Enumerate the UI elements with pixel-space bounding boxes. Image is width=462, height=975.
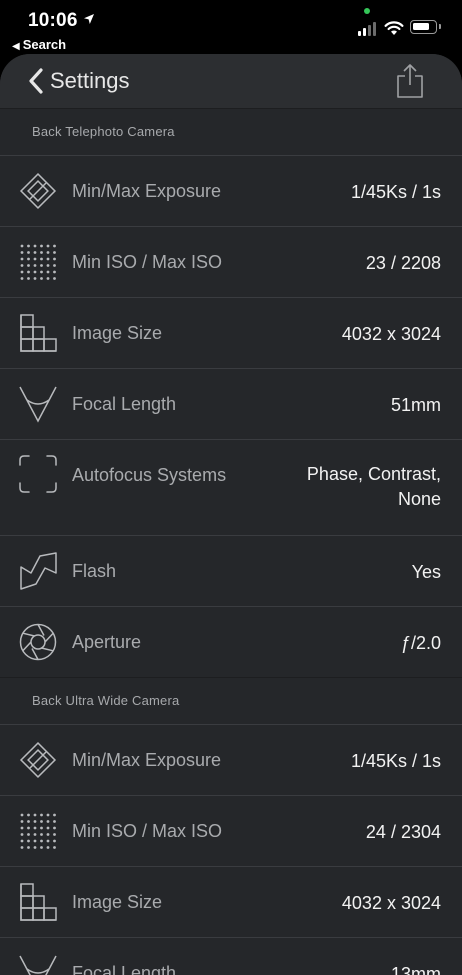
back-button-label: Settings bbox=[50, 68, 130, 93]
row-value: ƒ/2.0 bbox=[400, 633, 441, 653]
battery-icon bbox=[410, 20, 441, 34]
exposure-icon bbox=[19, 172, 57, 210]
row-aperture[interactable]: Aperture ƒ/2.0 bbox=[0, 606, 462, 677]
row-value: 24 / 2304 bbox=[365, 822, 441, 842]
row-label: Image Size bbox=[72, 892, 163, 912]
settings-sheet: Settings Back Telephoto Camera Min/Max E… bbox=[0, 54, 462, 975]
focal-length-icon bbox=[19, 955, 57, 975]
row-value: 4032 x 3024 bbox=[341, 324, 441, 344]
row-min-max-iso[interactable]: Min ISO / Max ISO 24 / 2304 bbox=[0, 795, 462, 866]
row-value: 4032 x 3024 bbox=[341, 893, 441, 913]
row-value: 13mm bbox=[390, 964, 441, 975]
image-size-icon bbox=[20, 314, 57, 352]
row-value: 1/45Ks / 1s bbox=[350, 751, 441, 771]
wifi-icon bbox=[384, 21, 404, 35]
cellular-signal-icon bbox=[358, 22, 378, 36]
row-label: Flash bbox=[72, 561, 117, 581]
navigation-bar: Settings bbox=[0, 54, 462, 108]
aperture-icon bbox=[19, 623, 57, 661]
row-label: Aperture bbox=[72, 632, 142, 652]
iso-icon bbox=[20, 813, 56, 849]
camera-specs-list: Back Telephoto Camera Min/Max Exposure 1… bbox=[0, 108, 462, 975]
exposure-icon bbox=[19, 741, 57, 779]
row-image-size[interactable]: Image Size 4032 x 3024 bbox=[0, 866, 462, 937]
row-min-max-exposure[interactable]: Min/Max Exposure 1/45Ks / 1s bbox=[0, 155, 462, 226]
row-label: Image Size bbox=[72, 323, 163, 343]
row-value-line: Phase, Contrast, bbox=[306, 464, 441, 484]
row-min-max-iso[interactable]: Min ISO / Max ISO 23 / 2208 bbox=[0, 226, 462, 297]
row-label: Min/Max Exposure bbox=[72, 181, 222, 201]
image-size-icon bbox=[20, 883, 57, 921]
location-arrow-icon bbox=[84, 14, 94, 24]
section-header-back-ultra-wide: Back Ultra Wide Camera bbox=[0, 677, 462, 724]
row-label: Focal Length bbox=[72, 394, 177, 414]
autofocus-icon bbox=[19, 455, 57, 493]
row-focal-length[interactable]: Focal Length 51mm bbox=[0, 368, 462, 439]
row-value: 51mm bbox=[390, 395, 441, 415]
row-min-max-exposure[interactable]: Min/Max Exposure 1/45Ks / 1s bbox=[0, 724, 462, 795]
section-title: Back Telephoto Camera bbox=[32, 124, 175, 139]
row-label: Focal Length bbox=[72, 963, 177, 975]
row-value-line: None bbox=[397, 489, 441, 509]
back-to-app-label: Search bbox=[22, 37, 67, 52]
back-button[interactable]: Settings bbox=[26, 66, 130, 96]
row-label: Autofocus Systems bbox=[72, 465, 227, 485]
status-bar: 10:06 ◀ Search bbox=[0, 0, 462, 54]
row-value: Yes bbox=[411, 562, 441, 582]
focal-length-icon bbox=[19, 386, 57, 423]
row-autofocus-systems[interactable]: Autofocus Systems Phase, Contrast, None bbox=[0, 439, 462, 535]
row-value: Phase, Contrast, None bbox=[307, 462, 441, 512]
camera-in-use-indicator bbox=[364, 8, 370, 14]
share-icon[interactable] bbox=[395, 63, 425, 99]
row-focal-length[interactable]: Focal Length 13mm bbox=[0, 937, 462, 975]
iso-icon bbox=[20, 244, 56, 280]
flash-icon bbox=[20, 552, 57, 590]
back-to-app-button[interactable]: ◀ Search bbox=[12, 37, 66, 52]
row-label: Min ISO / Max ISO bbox=[72, 821, 223, 841]
row-value: 23 / 2208 bbox=[365, 253, 441, 273]
row-label: Min/Max Exposure bbox=[72, 750, 222, 770]
row-label: Min ISO / Max ISO bbox=[72, 252, 223, 272]
section-title: Back Ultra Wide Camera bbox=[32, 693, 180, 708]
clock: 10:06 bbox=[28, 10, 78, 31]
section-header-back-telephoto: Back Telephoto Camera bbox=[0, 108, 462, 155]
back-triangle-icon: ◀ bbox=[12, 41, 20, 52]
chevron-left-icon bbox=[29, 68, 43, 94]
row-image-size[interactable]: Image Size 4032 x 3024 bbox=[0, 297, 462, 368]
row-flash[interactable]: Flash Yes bbox=[0, 535, 462, 606]
row-value: 1/45Ks / 1s bbox=[350, 182, 441, 202]
